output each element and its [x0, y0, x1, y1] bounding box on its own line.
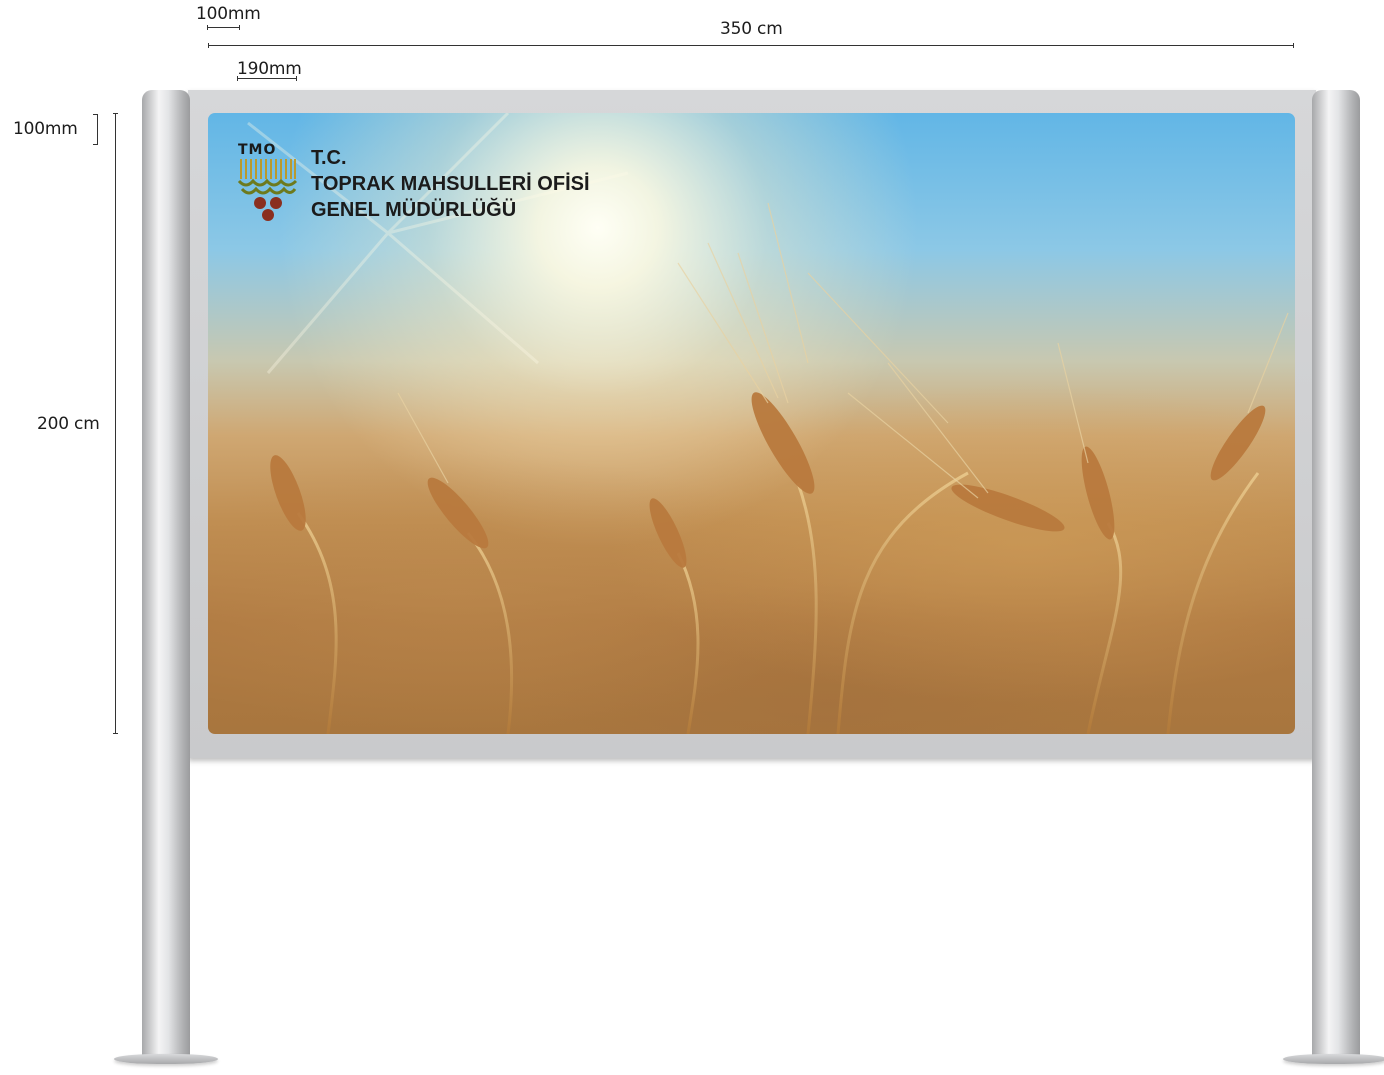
right-post [1312, 90, 1360, 1058]
right-post-base [1283, 1054, 1384, 1064]
org-line-directorate: GENEL MÜDÜRLÜĞÜ [311, 199, 517, 221]
dim-tick [113, 733, 118, 734]
dim-tick [237, 76, 238, 81]
dim-line-panel-height [115, 113, 116, 734]
left-post [142, 90, 190, 1058]
org-line-name: TOPRAK MAHSULLERİ OFİSİ [311, 173, 590, 195]
tmo-emblem-icon [238, 159, 298, 221]
dim-tick [1293, 43, 1294, 48]
tmo-logo: TMO [238, 143, 298, 223]
dim-tick [208, 43, 209, 48]
dim-tick [207, 25, 208, 30]
dim-label-panel-height: 200 cm [37, 414, 100, 434]
dim-line-post-offset [237, 78, 297, 79]
dim-label-post-offset: 190mm [237, 59, 302, 79]
organization-name: T.C. TOPRAK MAHSULLERİ OFİSİ GENEL MÜDÜR… [311, 145, 590, 223]
dim-label-total-width: 350 cm [720, 19, 783, 39]
dim-tick [296, 76, 297, 81]
dim-label-top-100mm: 100mm [196, 4, 261, 24]
dim-tick [239, 25, 240, 30]
dim-line-top-100mm [207, 27, 240, 28]
dim-line-frame-thickness [97, 114, 98, 145]
dim-line-total-width [208, 45, 1294, 46]
org-line-tc: T.C. [311, 147, 347, 169]
dim-tick [93, 144, 98, 145]
dim-tick [93, 114, 98, 115]
left-post-base [114, 1054, 218, 1064]
dim-label-frame-thickness: 100mm [13, 119, 78, 139]
dim-tick [113, 113, 118, 114]
